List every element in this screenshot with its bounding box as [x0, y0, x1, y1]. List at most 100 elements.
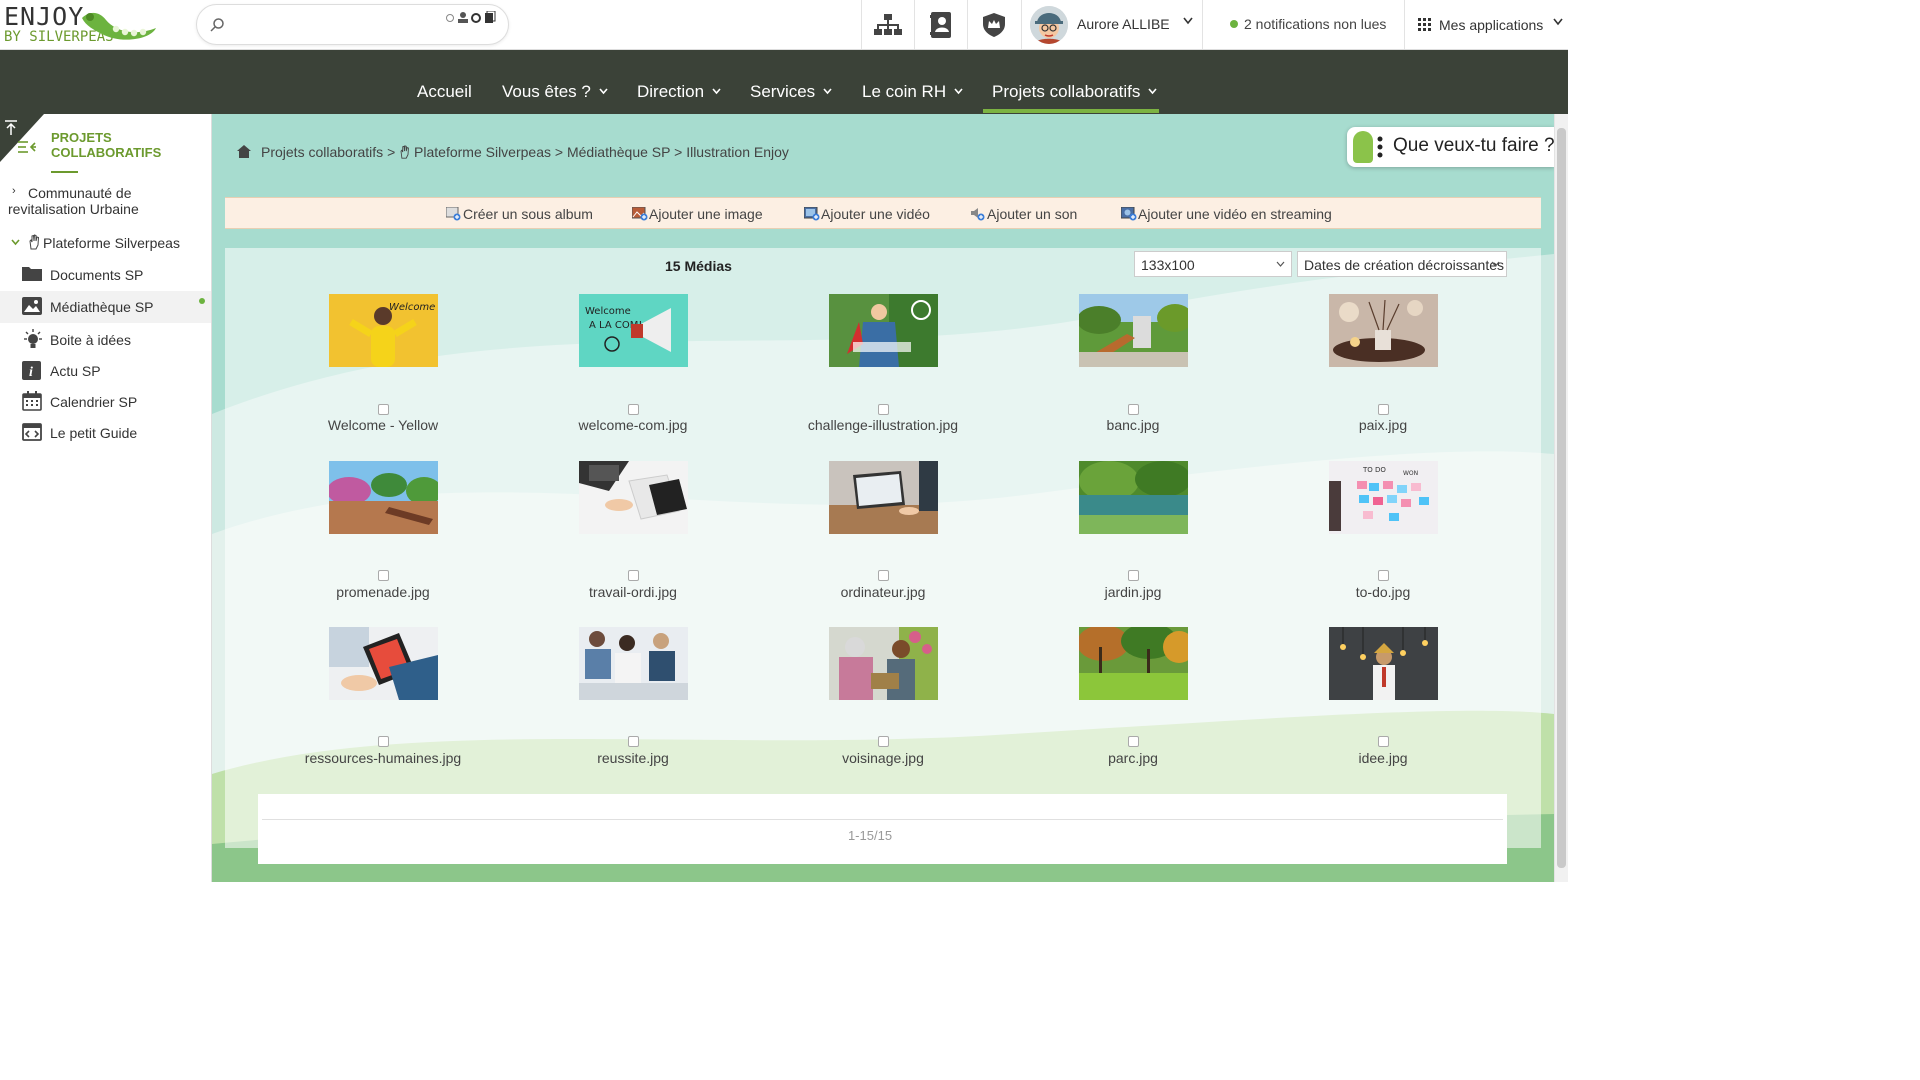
- nav-item-accueil[interactable]: Accueil: [417, 82, 472, 102]
- calendar-icon: [22, 391, 42, 411]
- add-streaming-video-button[interactable]: Ajouter une vidéo en streaming: [1121, 206, 1332, 222]
- user-menu[interactable]: Aurore ALLIBE: [1021, 0, 1203, 49]
- breadcrumb-link[interactable]: Médiathèque SP: [567, 144, 670, 160]
- media-name[interactable]: idee.jpg: [1273, 750, 1493, 766]
- media-thumbnail[interactable]: Welcome A LA COM!: [579, 294, 688, 367]
- org-chart-icon: [874, 13, 902, 35]
- media-thumbnail[interactable]: [829, 294, 938, 367]
- media-select-checkbox[interactable]: [1378, 570, 1389, 581]
- directory-button[interactable]: [914, 0, 967, 49]
- media-select-checkbox[interactable]: [628, 404, 639, 415]
- sidebar-item-documents[interactable]: Documents SP: [0, 264, 211, 284]
- search-scope-icons[interactable]: [445, 10, 497, 25]
- media-select-checkbox[interactable]: [1128, 736, 1139, 747]
- breadcrumb-link[interactable]: Plateforme Silverpeas: [414, 144, 551, 160]
- nav-item-vous-etes[interactable]: Vous êtes ?: [502, 82, 608, 102]
- media-name[interactable]: reussite.jpg: [523, 750, 743, 766]
- sort-order-select[interactable]: Dates de création décroissantes: [1297, 251, 1507, 277]
- media-select-checkbox[interactable]: [378, 570, 389, 581]
- admin-button[interactable]: [967, 0, 1020, 49]
- media-select-checkbox[interactable]: [378, 404, 389, 415]
- sidebar-item-actu[interactable]: i Actu SP: [0, 360, 211, 382]
- help-assistant-button[interactable]: Que veux-tu faire ?: [1347, 127, 1554, 167]
- media-name[interactable]: travail-ordi.jpg: [523, 584, 743, 600]
- svg-text:i: i: [29, 365, 33, 380]
- media-thumbnail[interactable]: [1329, 294, 1438, 367]
- sidebar-item-boite-idees[interactable]: Boite à idées: [0, 329, 211, 351]
- enjoy-logo[interactable]: ENJOY BY SILVERPEAS: [4, 2, 164, 48]
- media-name[interactable]: paix.jpg: [1273, 417, 1493, 433]
- media-name[interactable]: parc.jpg: [1023, 750, 1243, 766]
- media-thumbnail[interactable]: [1329, 627, 1438, 700]
- media-name[interactable]: voisinage.jpg: [773, 750, 993, 766]
- media-name[interactable]: Welcome - Yellow: [273, 417, 493, 433]
- add-sound-icon: [971, 208, 985, 221]
- media-name[interactable]: banc.jpg: [1023, 417, 1243, 433]
- media-thumbnail[interactable]: [329, 461, 438, 534]
- search-filter-icons[interactable]: [445, 10, 497, 28]
- sidebar-item-petit-guide[interactable]: Le petit Guide: [0, 422, 211, 444]
- media-name[interactable]: jardin.jpg: [1023, 584, 1243, 600]
- media-select-checkbox[interactable]: [378, 736, 389, 747]
- nav-item-coin-rh[interactable]: Le coin RH: [862, 82, 963, 102]
- media-thumbnail[interactable]: TO DO WON: [1329, 461, 1438, 534]
- media-select-checkbox[interactable]: [1128, 570, 1139, 581]
- media-select-checkbox[interactable]: [1378, 404, 1389, 415]
- media-name[interactable]: welcome-com.jpg: [523, 417, 743, 433]
- media-name[interactable]: challenge-illustration.jpg: [773, 417, 993, 433]
- media-select-checkbox[interactable]: [1128, 404, 1139, 415]
- notifications-link[interactable]: 2 notifications non lues: [1230, 16, 1386, 32]
- nav-item-direction[interactable]: Direction: [637, 82, 721, 102]
- avatar[interactable]: [1030, 6, 1068, 44]
- media-thumbnail[interactable]: Welcome: [329, 294, 438, 367]
- add-sound-button[interactable]: Ajouter un son: [970, 206, 1077, 222]
- media-thumbnail[interactable]: [579, 461, 688, 534]
- search-bar[interactable]: [196, 4, 509, 45]
- media-name[interactable]: to-do.jpg: [1273, 584, 1493, 600]
- main-content: Projets collaboratifs > Plateforme Silve…: [212, 114, 1554, 882]
- sidebar-item-mediatheque[interactable]: Médiathèque SP: [0, 291, 211, 323]
- media-thumbnail[interactable]: [1079, 294, 1188, 367]
- thumbnail-size-select[interactable]: 133x100: [1134, 251, 1292, 277]
- action-label: Ajouter une image: [649, 206, 763, 222]
- scroll-top-icon[interactable]: [4, 120, 18, 136]
- create-subalbum-button[interactable]: Créer un sous album: [446, 206, 593, 222]
- org-chart-button[interactable]: [861, 0, 914, 49]
- search-input[interactable]: [233, 15, 433, 35]
- breadcrumb-separator: >: [387, 144, 396, 160]
- add-video-button[interactable]: Ajouter une vidéo: [804, 206, 930, 222]
- breadcrumb-link[interactable]: Projets collaboratifs: [261, 144, 383, 160]
- collapse-menu-icon[interactable]: [18, 140, 36, 154]
- sidebar-item-label: Plateforme Silverpeas: [43, 235, 180, 251]
- home-icon[interactable]: [237, 145, 251, 158]
- media-select-checkbox[interactable]: [878, 736, 889, 747]
- media-name[interactable]: ressources-humaines.jpg: [273, 750, 493, 766]
- sidebar-item-calendrier[interactable]: Calendrier SP: [0, 391, 211, 413]
- media-thumbnail[interactable]: [829, 627, 938, 700]
- media-thumbnail[interactable]: [1079, 461, 1188, 534]
- add-image-button[interactable]: Ajouter une image: [632, 206, 763, 222]
- media-thumbnail[interactable]: [329, 627, 438, 700]
- select-value: 133x100: [1141, 257, 1195, 273]
- album-actions-toolbar: Créer un sous album Ajouter une image Aj…: [225, 197, 1541, 229]
- nav-item-services[interactable]: Services: [750, 82, 832, 102]
- nav-item-projets-collaboratifs[interactable]: Projets collaboratifs: [992, 82, 1157, 102]
- media-select-checkbox[interactable]: [628, 570, 639, 581]
- media-select-checkbox[interactable]: [878, 570, 889, 581]
- media-select-checkbox[interactable]: [878, 404, 889, 415]
- media-thumbnail[interactable]: [579, 627, 688, 700]
- apps-menu[interactable]: Mes applications: [1404, 0, 1568, 49]
- media-name[interactable]: ordinateur.jpg: [773, 584, 993, 600]
- add-streaming-icon: [1121, 207, 1137, 221]
- media-thumbnail[interactable]: [1079, 627, 1188, 700]
- sidebar-item-communaute[interactable]: › Communauté de revitalisation Urbaine: [0, 184, 211, 220]
- media-select-checkbox[interactable]: [628, 736, 639, 747]
- scrollbar-thumb[interactable]: [1557, 128, 1566, 868]
- media-name[interactable]: promenade.jpg: [273, 584, 493, 600]
- scrollbar[interactable]: [1554, 114, 1568, 882]
- sidebar-item-plateforme[interactable]: Plateforme Silverpeas: [0, 234, 211, 254]
- sidebar-item-label: Documents SP: [50, 267, 144, 283]
- select-value: Dates de création décroissantes: [1304, 257, 1504, 273]
- media-select-checkbox[interactable]: [1378, 736, 1389, 747]
- media-thumbnail[interactable]: [829, 461, 938, 534]
